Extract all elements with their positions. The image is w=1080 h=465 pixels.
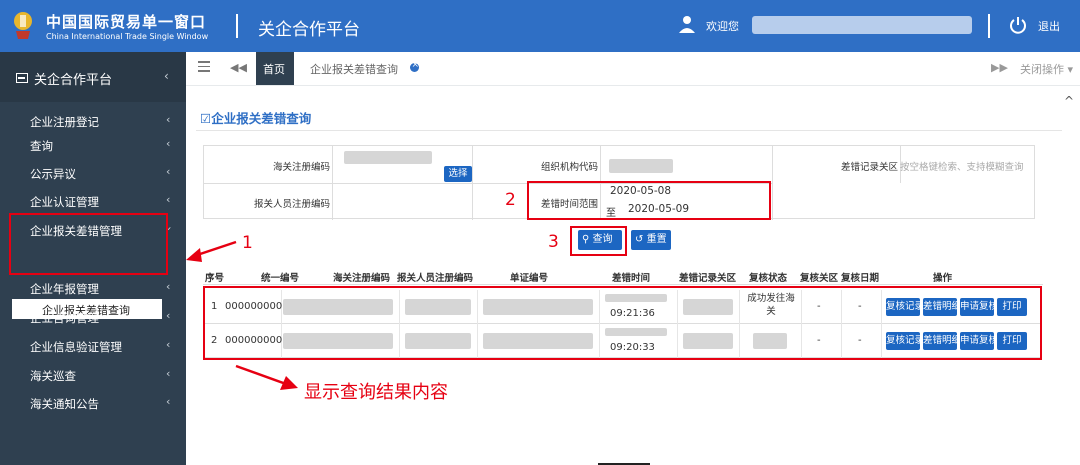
annotation-box-query [570, 226, 627, 256]
annotation-number-3: 3 [548, 232, 559, 252]
window-icon [16, 73, 28, 83]
chevron-left-icon: ‹ [166, 338, 171, 351]
col-actions: 操作 [933, 273, 953, 284]
col-review-customs: 复核关区 [800, 273, 839, 284]
scroll-up-icon[interactable]: ^ [1064, 94, 1074, 108]
tab-bar: ◀◀ 首页 企业报关差错查询 ▶▶ 关闭操作 ▾ [186, 52, 1080, 86]
col-customs-reg: 海关注册编码 [333, 273, 391, 284]
logo-title-en: China International Trade Single Window [46, 32, 209, 41]
col-review-status: 复核状态 [749, 273, 788, 284]
customs-emblem-icon [14, 12, 32, 39]
user-name-redacted [752, 16, 972, 34]
tab-home[interactable]: 首页 [256, 52, 294, 85]
page-title: ☑企业报关差错查询 [200, 111, 312, 126]
col-doc-no: 单证编号 [510, 273, 549, 284]
sidebar-item-verification[interactable]: 企业信息验证管理 ‹ [0, 333, 186, 361]
annotation-number-1: 1 [242, 233, 253, 253]
annotation-box-results [203, 286, 1042, 360]
menu-toggle-icon[interactable] [198, 61, 210, 73]
tab-scroll-left-icon[interactable]: ◀◀ [230, 61, 247, 74]
sidebar-item-objection[interactable]: 公示异议 ‹ [0, 160, 186, 188]
logout-link[interactable]: 退出 [1038, 18, 1060, 34]
sidebar-item-consulting[interactable]: 企业咨询管理 ‹ [0, 304, 186, 332]
org-code-input[interactable] [609, 159, 673, 173]
logo-title-cn: 中国国际贸易单一窗口 [46, 13, 207, 31]
annotation-box-date [527, 181, 771, 220]
welcome-text: 欢迎您 [706, 20, 739, 33]
sidebar-item-query[interactable]: 查询 ‹ [0, 132, 186, 160]
tab-scroll-right-icon[interactable]: ▶▶ [991, 61, 1008, 74]
annotation-arrow-icon [235, 364, 298, 390]
sidebar-item-notice[interactable]: 海关通知公告 ‹ [0, 390, 186, 418]
chevron-left-icon: ‹ [166, 193, 171, 206]
annotation-result-note: 显示查询结果内容 [304, 382, 448, 403]
user-icon [679, 16, 695, 33]
refresh-icon: ↺ [635, 234, 644, 245]
chevron-left-icon: ‹ [166, 280, 171, 293]
chevron-left-icon: ‹ [166, 137, 171, 150]
chevron-left-icon[interactable]: ‹ [164, 69, 169, 83]
error-customs-label: 差错记录关区 [840, 162, 898, 173]
sidebar-header: 关企合作平台 ‹ [0, 52, 186, 102]
close-operations-menu[interactable]: 关闭操作 ▾ [1020, 61, 1073, 77]
chevron-left-icon: ‹ [166, 113, 171, 126]
error-customs-input[interactable]: 按空格键检索、支持模糊查询 [900, 159, 1024, 173]
col-review-date: 复核日期 [841, 273, 880, 284]
annotation-box-sidebar [9, 213, 168, 275]
col-declarant-reg: 报关人员注册编码 [397, 273, 474, 284]
chevron-left-icon: ‹ [166, 165, 171, 178]
customs-reg-code-input[interactable] [344, 151, 432, 164]
power-icon[interactable] [1008, 15, 1028, 35]
reset-button[interactable]: ↺ 重置 [631, 230, 671, 250]
col-error-customs: 差错记录关区 [679, 273, 737, 284]
annotation-arrow-icon [186, 240, 237, 262]
annotation-number-2: 2 [505, 190, 516, 210]
tab-error-query[interactable]: 企业报关差错查询 [298, 52, 428, 85]
select-button[interactable]: 选择 [444, 166, 472, 182]
sidebar-item-inspection[interactable]: 海关巡查 ‹ [0, 362, 186, 390]
declarant-reg-label: 报关人员注册编码 [253, 199, 330, 210]
col-index: 序号 [205, 273, 225, 284]
chevron-left-icon: ‹ [166, 395, 171, 408]
chevron-left-icon: ‹ [166, 367, 171, 380]
customs-reg-code-label: 海关注册编码 [272, 162, 330, 173]
divider [988, 14, 990, 38]
org-code-label: 组织机构代码 [540, 162, 598, 173]
col-unified-no: 统一编号 [261, 273, 300, 284]
close-icon[interactable] [410, 60, 419, 72]
platform-title: 关企合作平台 [258, 20, 360, 40]
sidebar-title: 关企合作平台 [34, 73, 113, 88]
col-error-time: 差错时间 [612, 273, 651, 284]
divider [236, 14, 238, 38]
top-header: 中国国际贸易单一窗口 China International Trade Sin… [0, 0, 1080, 52]
sidebar-item-annual-report[interactable]: 企业年报管理 ‹ [0, 275, 186, 303]
sidebar-item-certification[interactable]: 企业认证管理 ‹ [0, 188, 186, 216]
chevron-left-icon: ‹ [166, 309, 171, 322]
